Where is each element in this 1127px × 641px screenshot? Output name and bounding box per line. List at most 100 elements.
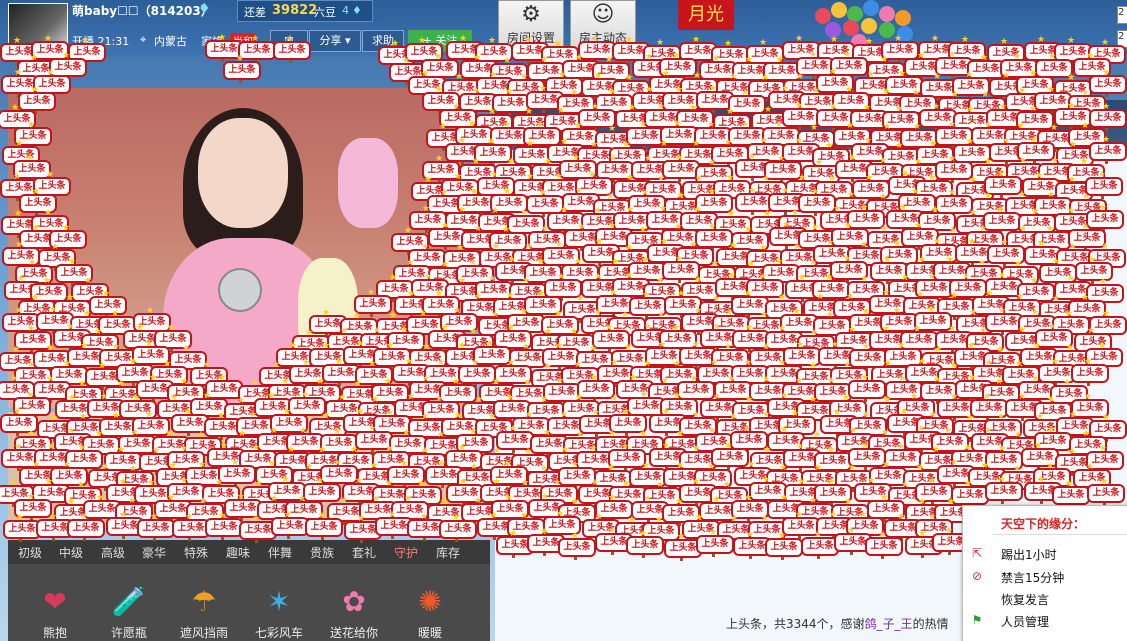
star-icon: ★ (1015, 360, 1023, 369)
star-icon: ★ (560, 206, 568, 215)
star-icon: ★ (1002, 137, 1010, 146)
star-icon: ★ (540, 528, 548, 537)
star-icon: ★ (610, 395, 618, 404)
star-icon: ★ (641, 256, 649, 265)
star-icon: ★ (558, 71, 566, 80)
star-icon: ★ (827, 377, 835, 386)
star-icon: ★ (660, 238, 668, 247)
star-icon: ★ (198, 461, 206, 470)
star-icon: ★ (928, 477, 936, 486)
star-icon: ★ (644, 495, 652, 504)
star-icon: ★ (252, 444, 260, 453)
star-icon: ★ (878, 531, 886, 540)
context-menu-item[interactable]: 恢复发言 (1001, 591, 1049, 608)
star-icon: ★ (965, 71, 973, 80)
star-icon: ★ (391, 40, 399, 49)
star-icon: ★ (474, 497, 482, 506)
star-icon: ★ (964, 444, 972, 453)
star-icon: ★ (32, 224, 40, 233)
star-icon: ★ (928, 513, 936, 522)
star-icon: ★ (150, 513, 158, 522)
star-icon: ★ (934, 346, 942, 355)
star-icon: ★ (400, 460, 408, 469)
star-icon: ★ (555, 173, 563, 182)
star-icon: ★ (859, 511, 867, 520)
star-icon: ★ (999, 103, 1007, 112)
star-icon: ★ (46, 375, 54, 384)
star-icon: ★ (862, 411, 870, 420)
star-icon: ★ (655, 516, 663, 525)
star-icon: ★ (503, 121, 511, 130)
star-icon: ★ (163, 360, 171, 369)
star-icon: ★ (829, 511, 837, 520)
star-icon: ★ (458, 137, 466, 146)
star-icon: ★ (68, 394, 76, 403)
star-icon: ★ (860, 275, 868, 284)
star-icon: ★ (984, 121, 992, 130)
star-icon: ★ (575, 54, 583, 63)
context-menu-item[interactable]: 踢出1小时 (1001, 546, 1057, 563)
context-menu-item[interactable]: 禁言15分钟 (1001, 569, 1064, 586)
star-icon: ★ (588, 171, 596, 180)
star-icon: ★ (745, 324, 753, 333)
star-icon: ★ (1002, 72, 1010, 81)
star-icon: ★ (521, 479, 529, 488)
star-icon: ★ (281, 476, 289, 485)
star-icon: ★ (884, 360, 892, 369)
star-icon: ★ (576, 431, 584, 440)
star-icon: ★ (46, 69, 54, 78)
context-menu-item[interactable]: 人员管理 (1001, 613, 1049, 630)
star-icon: ★ (318, 512, 326, 521)
star-icon: ★ (830, 36, 838, 45)
star-icon: ★ (63, 461, 71, 470)
star-icon: ★ (1081, 122, 1089, 131)
star-icon: ★ (944, 427, 952, 436)
sticker: 上头条 ★ (1071, 358, 1109, 386)
star-icon: ★ (656, 481, 664, 490)
star-icon: ★ (662, 70, 670, 79)
star-icon: ★ (571, 532, 579, 541)
star-icon: ★ (776, 56, 784, 65)
star-icon: ★ (723, 481, 731, 490)
star-icon: ★ (1047, 426, 1055, 435)
star-icon: ★ (780, 494, 788, 503)
star-icon: ★ (607, 464, 615, 473)
star-icon: ★ (708, 188, 716, 197)
star-icon: ★ (692, 341, 700, 350)
star-icon: ★ (80, 342, 88, 351)
star-icon: ★ (405, 358, 413, 367)
star-icon: ★ (571, 461, 579, 470)
star-icon: ★ (860, 241, 868, 250)
sticker: 上头条 ★ (375, 511, 413, 539)
star-icon: ★ (744, 359, 752, 368)
star-icon: ★ (526, 140, 534, 149)
star-icon: ★ (1034, 442, 1042, 451)
star-icon: ★ (864, 137, 872, 146)
star-icon: ★ (622, 408, 630, 417)
star-icon: ★ (672, 52, 680, 61)
star-icon: ★ (470, 463, 478, 472)
star-icon: ★ (625, 36, 633, 45)
sticker: 上头条 ★ (407, 513, 445, 541)
star-icon: ★ (725, 309, 733, 318)
sticker: 上头条 ★ (67, 513, 105, 541)
sticker: 上头条 ★ (223, 55, 261, 83)
star-icon: ★ (843, 255, 851, 264)
star-icon: ★ (916, 291, 924, 300)
star-icon: ★ (775, 258, 783, 267)
star-icon: ★ (979, 327, 987, 336)
sticker: 上头条 ★ (985, 476, 1023, 504)
star-icon: ★ (968, 374, 976, 383)
star-icon: ★ (644, 155, 652, 164)
star-icon: ★ (763, 210, 771, 219)
star-icon: ★ (28, 259, 36, 268)
star-icon: ★ (893, 240, 901, 249)
star-icon: ★ (747, 260, 755, 269)
star-icon: ★ (1102, 414, 1110, 423)
star-icon: ★ (389, 312, 397, 321)
star-icon: ★ (743, 425, 751, 434)
star-icon: ★ (710, 359, 718, 368)
star-icon: ★ (947, 498, 955, 507)
star-icon: ★ (780, 392, 788, 401)
star-icon: ★ (386, 342, 394, 351)
